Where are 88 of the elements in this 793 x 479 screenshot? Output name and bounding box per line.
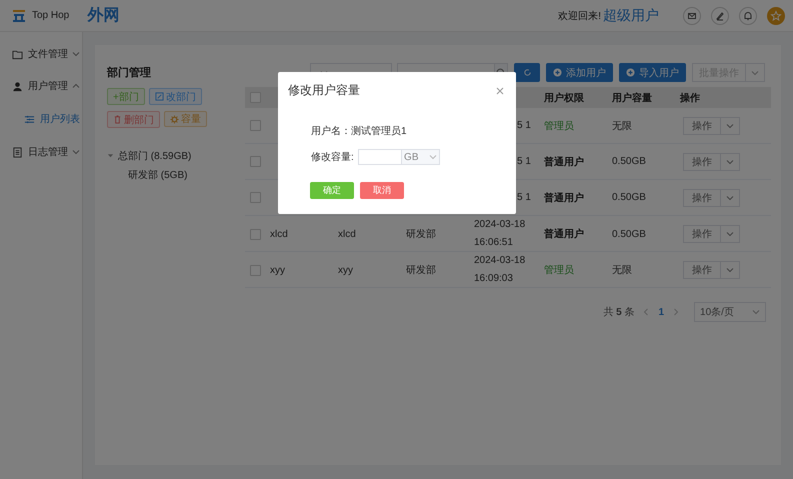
avatar[interactable]: [767, 6, 785, 24]
table-cell: 普通用户: [544, 227, 584, 241]
chevron-down-icon: [752, 308, 760, 316]
chevron-down-icon: [428, 153, 436, 161]
refresh-icon: [522, 68, 532, 77]
table-cell-text: 研发部: [406, 264, 436, 277]
confirm-button[interactable]: 确定: [310, 182, 354, 199]
table-cell-text: 5 1: [516, 190, 531, 204]
department-button[interactable]: 容量: [164, 111, 207, 127]
department-button[interactable]: 删部门: [107, 111, 160, 128]
dialog-title: 修改用户容量: [288, 82, 360, 99]
caret-icon: [107, 152, 114, 159]
table-cell-text: 普通用户: [544, 155, 584, 168]
checkbox[interactable]: [250, 228, 260, 240]
column-header: 操作: [678, 92, 701, 104]
capacity-input[interactable]: [358, 149, 402, 165]
chevron-down-icon: [751, 68, 759, 76]
page-size-select[interactable]: 10条/页: [694, 302, 766, 322]
refresh-button[interactable]: [514, 63, 540, 82]
sidebar-subitem[interactable]: 用户列表: [0, 106, 82, 132]
logo-icon: [12, 8, 26, 22]
chevron-down-icon: [72, 50, 80, 58]
column-header: 用户权限: [543, 91, 585, 104]
table-cell-text: 2024-03-18 16:09:03: [474, 254, 526, 286]
close-icon[interactable]: [496, 86, 504, 94]
checkbox[interactable]: [250, 192, 260, 203]
table-cell: xyy: [338, 264, 353, 276]
table-cell-text: 无限: [612, 264, 632, 277]
edit-icon: [154, 92, 164, 101]
unit-select[interactable]: GB: [402, 149, 440, 165]
chevron-down-icon: [726, 158, 734, 166]
chevron-down-icon: [726, 122, 734, 130]
chevron-down-icon: [726, 230, 734, 238]
checkbox[interactable]: [250, 120, 260, 131]
department-button[interactable]: 改部门: [148, 88, 202, 105]
panel-title: 部门管理: [107, 66, 152, 80]
site-title: 外网: [87, 6, 120, 26]
table-cell-text: 5 1: [516, 118, 531, 132]
table-cell-text: 普通用户: [544, 191, 584, 204]
checkbox[interactable]: [250, 264, 260, 276]
table-cell-text: 研发部: [406, 228, 436, 241]
table-cell-text: 无限: [612, 120, 632, 132]
chevron-up-icon: [72, 82, 80, 90]
mail-icon[interactable]: [683, 6, 701, 24]
column-header: 用户容量: [611, 91, 653, 104]
chevron-down-icon: [726, 194, 734, 202]
pen-icon[interactable]: [711, 6, 729, 24]
tree-node[interactable]: 研发部 (5GB): [107, 165, 245, 184]
sidebar-item[interactable]: 文件管理: [0, 38, 82, 70]
field-label: 修改容量:: [311, 150, 354, 164]
next-icon[interactable]: [672, 308, 680, 316]
folder-icon: [12, 48, 23, 60]
plus-circle-icon: [626, 68, 635, 77]
table-cell-text: 2024-03-18 16:06:51: [474, 218, 526, 250]
gear-icon: [170, 114, 179, 124]
toolbar-button[interactable]: 添加用户: [546, 63, 613, 82]
trash-icon: [113, 115, 122, 124]
list-icon: [24, 114, 35, 124]
brand-name: Top Hop: [32, 10, 70, 21]
toolbar-button[interactable]: 导入用户: [619, 63, 686, 82]
cancel-button[interactable]: 取消: [360, 182, 404, 199]
table-cell: 0.50GB: [612, 228, 646, 240]
username-text: 用户名：测试管理员1: [311, 124, 408, 138]
table-cell: xyy: [270, 264, 285, 276]
department-button[interactable]: +部门: [107, 88, 145, 105]
bell-icon[interactable]: [739, 6, 757, 24]
document-icon: [12, 146, 23, 158]
sidebar-item[interactable]: 日志管理: [0, 136, 82, 168]
table-cell: xlcd: [338, 228, 356, 240]
checkbox[interactable]: [250, 92, 260, 103]
plus-circle-icon: [553, 68, 562, 77]
chevron-down-icon: [726, 266, 734, 274]
table-cell: 0.50GB: [612, 192, 646, 203]
table-cell-text: 管理员: [544, 120, 574, 132]
table-cell-text: 管理员: [544, 264, 574, 277]
checkbox[interactable]: [250, 156, 260, 167]
table-cell: xlcd: [270, 228, 288, 240]
table-cell: 0.50GB: [612, 156, 646, 167]
tree-node[interactable]: 总部门 (8.59GB): [107, 146, 245, 165]
chevron-down-icon: [72, 148, 80, 156]
previous-icon[interactable]: [642, 308, 650, 316]
welcome-text: 欢迎回来!: [558, 10, 601, 22]
page-number[interactable]: 1: [658, 306, 664, 318]
sidebar-item[interactable]: 用户管理: [0, 70, 82, 102]
user-name: 超级用户: [603, 6, 659, 24]
total-count: 共 5 条: [603, 306, 634, 319]
user-icon: [12, 80, 23, 92]
table-cell-text: 5 1: [516, 154, 531, 168]
